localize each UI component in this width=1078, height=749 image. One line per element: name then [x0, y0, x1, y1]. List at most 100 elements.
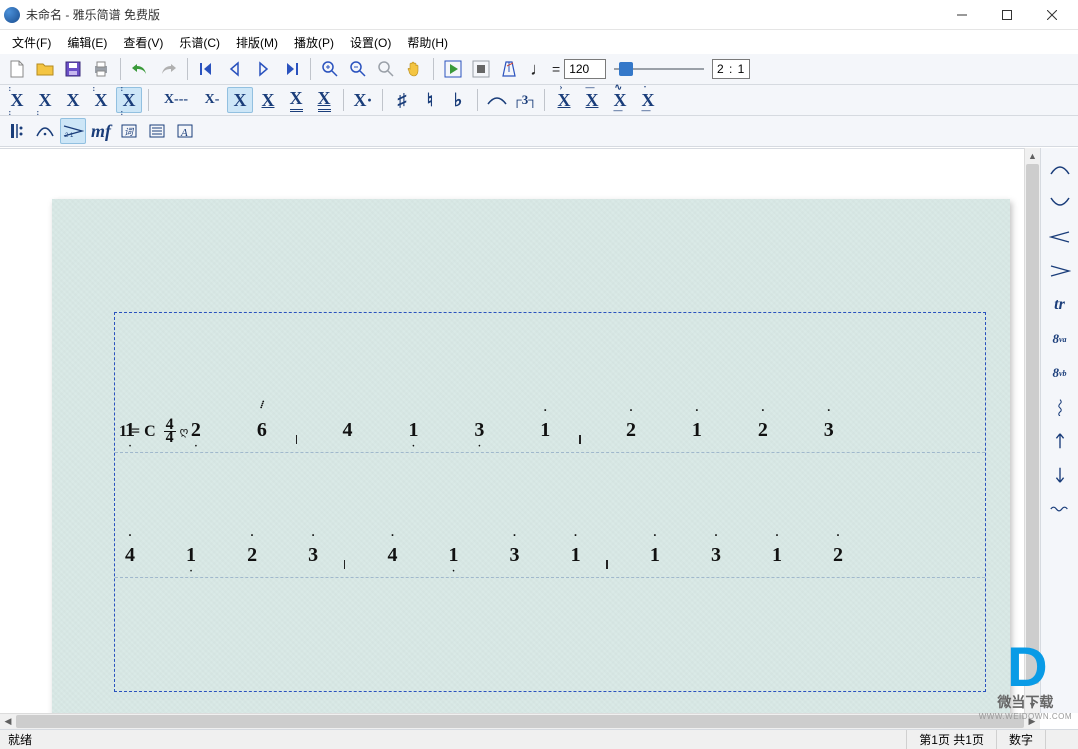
font-button[interactable]: A: [172, 118, 198, 144]
zoom-ratio-box[interactable]: 2 : 1: [712, 59, 750, 79]
open-file-button[interactable]: [32, 56, 58, 82]
note-thirtysecond-button[interactable]: X: [311, 87, 337, 113]
vertical-scrollbar[interactable]: ▲ ▼: [1024, 148, 1040, 713]
note[interactable]: 2·: [187, 419, 205, 442]
palette-trill-icon[interactable]: tr: [1045, 292, 1075, 318]
undo-button[interactable]: [127, 56, 153, 82]
menu-settings[interactable]: 设置(O): [342, 31, 399, 54]
crescendo-button[interactable]: 2 1: [60, 118, 86, 144]
note-whole-button[interactable]: X---: [155, 87, 197, 113]
note[interactable]: 3·: [470, 419, 488, 442]
note[interactable]: 4·: [383, 544, 401, 567]
next-page-button[interactable]: [250, 56, 276, 82]
tuplet-button[interactable]: ┌3┐: [512, 87, 538, 113]
note[interactable]: 3·: [506, 544, 524, 567]
natural-button[interactable]: ♮: [417, 87, 443, 113]
note-dur-1-button[interactable]: X::: [4, 87, 30, 113]
note-half-button[interactable]: X-: [199, 87, 225, 113]
play-button[interactable]: [440, 56, 466, 82]
stop-button[interactable]: [468, 56, 494, 82]
scroll-up-arrow[interactable]: ▲: [1025, 148, 1040, 164]
redo-button[interactable]: [155, 56, 181, 82]
save-button[interactable]: [60, 56, 86, 82]
new-file-button[interactable]: [4, 56, 30, 82]
palette-arc-up-icon[interactable]: [1045, 190, 1075, 216]
repeat-bar-button[interactable]: [4, 118, 30, 144]
note[interactable]: 1·: [444, 544, 462, 567]
palette-arrow-up-icon[interactable]: [1045, 428, 1075, 454]
first-page-button[interactable]: [194, 56, 220, 82]
print-button[interactable]: [88, 56, 114, 82]
last-page-button[interactable]: [278, 56, 304, 82]
pan-button[interactable]: [401, 56, 427, 82]
menu-edit[interactable]: 编辑(E): [59, 31, 115, 54]
note[interactable]: 3·: [707, 544, 725, 567]
minimize-button[interactable]: [939, 1, 984, 29]
accent-4-button[interactable]: X·—: [635, 87, 661, 113]
flat-button[interactable]: ♭: [445, 87, 471, 113]
note[interactable]: 2·: [622, 419, 640, 442]
note[interactable]: 2·: [754, 419, 772, 442]
note[interactable]: 1·: [536, 419, 554, 442]
accent-1-button[interactable]: X›: [551, 87, 577, 113]
note-sixteenth-button[interactable]: X: [283, 87, 309, 113]
note[interactable]: 3·: [304, 544, 322, 567]
note[interactable]: 6⁞: [253, 419, 271, 442]
note-dur-5-button[interactable]: X::: [116, 87, 142, 113]
note[interactable]: 1·: [121, 419, 139, 442]
sharp-button[interactable]: ♯: [389, 87, 415, 113]
palette-arc-down-icon[interactable]: [1045, 156, 1075, 182]
note[interactable]: 2·: [243, 544, 261, 567]
note[interactable]: 1·: [567, 544, 585, 567]
note-dur-3-button[interactable]: X: [60, 87, 86, 113]
palette-wavy-icon[interactable]: [1045, 394, 1075, 420]
slur-button[interactable]: [484, 87, 510, 113]
close-button[interactable]: [1029, 1, 1074, 29]
scroll-v-thumb[interactable]: [1026, 164, 1039, 684]
note-quarter-button[interactable]: X: [227, 87, 253, 113]
palette-8va-icon[interactable]: 8va: [1045, 326, 1075, 352]
menu-view[interactable]: 查看(V): [115, 31, 171, 54]
note[interactable]: 1·: [182, 544, 200, 567]
menu-layout[interactable]: 排版(M): [228, 31, 286, 54]
score-page[interactable]: 1 = C 4 4 ღ 1·2·6⁞41·3·1·2·1·2·3· 4·1·2·…: [52, 199, 1010, 729]
zoom-fit-button[interactable]: [373, 56, 399, 82]
tempo-slider[interactable]: [614, 59, 704, 79]
note[interactable]: 1·: [404, 419, 422, 442]
accent-3-button[interactable]: X∿—: [607, 87, 633, 113]
maximize-button[interactable]: [984, 1, 1029, 29]
menu-file[interactable]: 文件(F): [4, 31, 59, 54]
scroll-down-arrow[interactable]: ▼: [1025, 697, 1040, 713]
note[interactable]: 4: [339, 419, 357, 442]
accent-2-button[interactable]: X—: [579, 87, 605, 113]
menu-play[interactable]: 播放(P): [286, 31, 342, 54]
note[interactable]: 1·: [646, 544, 664, 567]
palette-wave-h-icon[interactable]: [1045, 496, 1075, 522]
menu-help[interactable]: 帮助(H): [399, 31, 456, 54]
tempo-input[interactable]: [564, 59, 606, 79]
scroll-h-thumb[interactable]: [16, 715, 1024, 728]
dynamics-mf-button[interactable]: mf: [88, 118, 114, 144]
note[interactable]: 1·: [768, 544, 786, 567]
note[interactable]: 3·: [820, 419, 838, 442]
lyrics-button[interactable]: 词: [116, 118, 142, 144]
note-dur-4-button[interactable]: X:: [88, 87, 114, 113]
palette-cresc-icon[interactable]: [1045, 224, 1075, 250]
zoom-in-button[interactable]: [317, 56, 343, 82]
note-dur-2-button[interactable]: X:: [32, 87, 58, 113]
note[interactable]: 2·: [829, 544, 847, 567]
note[interactable]: 1·: [688, 419, 706, 442]
fermata-button[interactable]: [32, 118, 58, 144]
zoom-out-button[interactable]: [345, 56, 371, 82]
text-block-button[interactable]: [144, 118, 170, 144]
palette-arrow-down-icon[interactable]: [1045, 462, 1075, 488]
prev-page-button[interactable]: [222, 56, 248, 82]
scroll-left-arrow[interactable]: ◀: [0, 714, 16, 729]
note-eighth-button[interactable]: X: [255, 87, 281, 113]
palette-8vb-icon[interactable]: 8vb: [1045, 360, 1075, 386]
note[interactable]: 4·: [121, 544, 139, 567]
menu-score[interactable]: 乐谱(C): [171, 31, 228, 54]
horizontal-scrollbar[interactable]: ◀ ▶: [0, 713, 1040, 729]
note-dotted-button[interactable]: X·: [350, 87, 376, 113]
scroll-right-arrow[interactable]: ▶: [1024, 714, 1040, 729]
